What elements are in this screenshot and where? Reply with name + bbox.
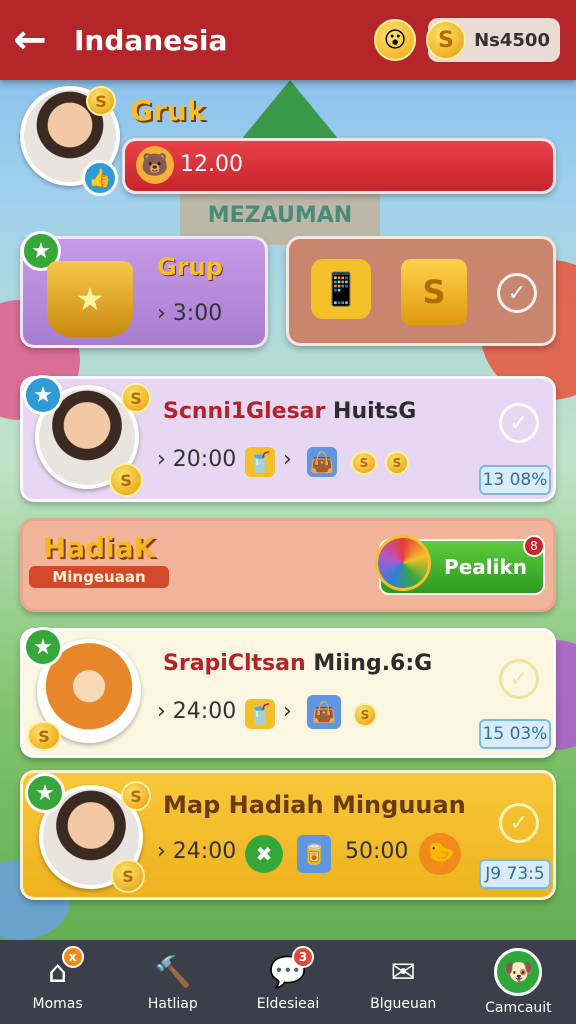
- bag-icon: 👜: [307, 447, 337, 477]
- jar-icon: 🥫: [297, 835, 331, 873]
- envelope-icon: ✉: [390, 954, 416, 990]
- coin-icon: S: [121, 383, 151, 413]
- notification-badge: 8: [523, 535, 545, 557]
- cup-icon: 🥤: [245, 699, 275, 729]
- row-title: SrapiCltsan Miing.6:G: [163, 651, 433, 676]
- check-icon[interactable]: ✓: [499, 659, 539, 699]
- chevron-right-icon: ›: [283, 447, 292, 472]
- emoji-button[interactable]: 😮: [374, 19, 417, 61]
- nav-item-chat[interactable]: 💬 3 Eldesieai: [230, 940, 345, 1024]
- row-time: › 24:00: [157, 699, 237, 724]
- star-icon: ★: [23, 375, 63, 415]
- nav-label: Hatliap: [147, 996, 198, 1012]
- grup-card[interactable]: ★ ★ Grup › 3:00: [20, 231, 268, 348]
- thumbs-up-icon: 👍: [82, 160, 118, 196]
- star-icon: ★: [23, 627, 63, 667]
- tablet-icon: 📱: [311, 259, 371, 319]
- nav-item-home[interactable]: ⌂ x Momas: [0, 940, 115, 1024]
- row-time: › 20:00: [157, 447, 237, 472]
- coin-icon: S: [426, 20, 467, 60]
- smiley-icon: 😮: [383, 27, 407, 53]
- profile-points: 12.00: [180, 152, 243, 177]
- list-item[interactable]: ★ S SrapiCltsan Miing.6:G › 24:00 🥤 › 👜 …: [20, 627, 556, 758]
- dog-icon: 🐶: [494, 948, 543, 996]
- check-icon[interactable]: ✓: [499, 403, 539, 443]
- star-icon: ★: [25, 773, 65, 813]
- page-title: Indanesia: [74, 23, 228, 57]
- logo-line2: Mingeuaan: [29, 566, 169, 588]
- back-button[interactable]: ←: [0, 0, 60, 80]
- home-icon: ⌂ x: [36, 946, 84, 992]
- coin-icon: S: [385, 451, 409, 475]
- chevron-right-icon: ›: [283, 699, 292, 724]
- progress-percent: 15 03%: [479, 719, 551, 749]
- grup-label: Grup: [157, 253, 223, 281]
- cup-icon: 🥤: [245, 447, 275, 477]
- nav-label: Momas: [32, 996, 83, 1012]
- coin-icon: S: [353, 703, 377, 727]
- nav-label: Blgueuan: [370, 996, 437, 1012]
- nav-label: Camcauit: [485, 1000, 552, 1016]
- grup-time: › 3:00: [157, 301, 223, 326]
- row-time: › 24:00: [157, 839, 237, 864]
- coin-balance[interactable]: S Ns4500: [426, 18, 560, 62]
- coin-icon: S: [351, 451, 377, 475]
- row-title: Map Hadiah Minguuan: [163, 791, 466, 819]
- logo-line1: HadiaK: [42, 531, 156, 564]
- row-title: Scnni1Glesar HuitsG: [163, 399, 417, 424]
- duck-icon: 🐤: [419, 833, 461, 875]
- list-item[interactable]: ★ S S Scnni1Glesar HuitsG › 20:00 🥤 › 👜 …: [20, 375, 556, 502]
- nav-badge: 3: [292, 946, 314, 968]
- check-icon[interactable]: ✓: [499, 803, 539, 843]
- clover-icon: ✖: [245, 835, 283, 873]
- treasure-bucket-icon: ★: [47, 261, 133, 337]
- shop-card[interactable]: 📱 S ✓: [286, 236, 556, 346]
- chevron-right-icon: ›: [157, 301, 173, 326]
- nav-label: Eldesieai: [256, 996, 320, 1012]
- chat-icon: 💬 3: [266, 946, 314, 992]
- claim-button-label: Pealikn: [444, 555, 527, 579]
- top-bar: ← Indanesia 😮 S Ns4500: [0, 0, 576, 80]
- nav-item-hatliap[interactable]: 🔨 Hatliap: [115, 940, 230, 1024]
- check-icon[interactable]: ✓: [497, 273, 537, 313]
- coin-amount: Ns4500: [474, 29, 550, 51]
- bottom-nav: ⌂ x Momas 🔨 Hatliap 💬 3 Eldesieai ✉ Blgueu…: [0, 940, 576, 1024]
- bag-icon: 👜: [307, 695, 341, 729]
- hadiah-logo: HadiaK Mingeuaan: [29, 531, 169, 605]
- hammer-icon: 🔨: [154, 954, 192, 990]
- list-item[interactable]: ★ S S Map Hadiah Minguuan › 24:00 ✖ 🥫 50…: [20, 770, 556, 900]
- weekly-reward-banner[interactable]: HadiaK Mingeuaan Pealikn 8: [20, 518, 556, 612]
- profile-name: Gruk: [130, 94, 206, 127]
- shopping-bag-icon: S: [401, 259, 467, 325]
- row-time-2: 50:00: [345, 839, 409, 864]
- nav-item-mail[interactable]: ✉ Blgueuan: [346, 940, 461, 1024]
- chevron-right-icon: ›: [157, 447, 173, 472]
- coin-icon: S: [86, 86, 116, 116]
- bear-icon: 🐻: [136, 146, 174, 184]
- nav-badge: x: [61, 946, 84, 968]
- chevron-right-icon: ›: [157, 699, 173, 724]
- coin-icon: S: [121, 781, 151, 811]
- chevron-right-icon: ›: [157, 839, 173, 864]
- nav-item-camcauit[interactable]: 🐶 Camcauit: [461, 940, 576, 1024]
- progress-percent: 13 08%: [479, 465, 551, 495]
- gift-box-icon: [375, 535, 431, 591]
- coin-icon: S: [27, 721, 61, 751]
- arrow-left-icon: ←: [13, 17, 47, 63]
- coin-icon: S: [109, 463, 143, 497]
- progress-percent: J9 73:5: [479, 859, 551, 889]
- coin-icon: S: [111, 859, 145, 893]
